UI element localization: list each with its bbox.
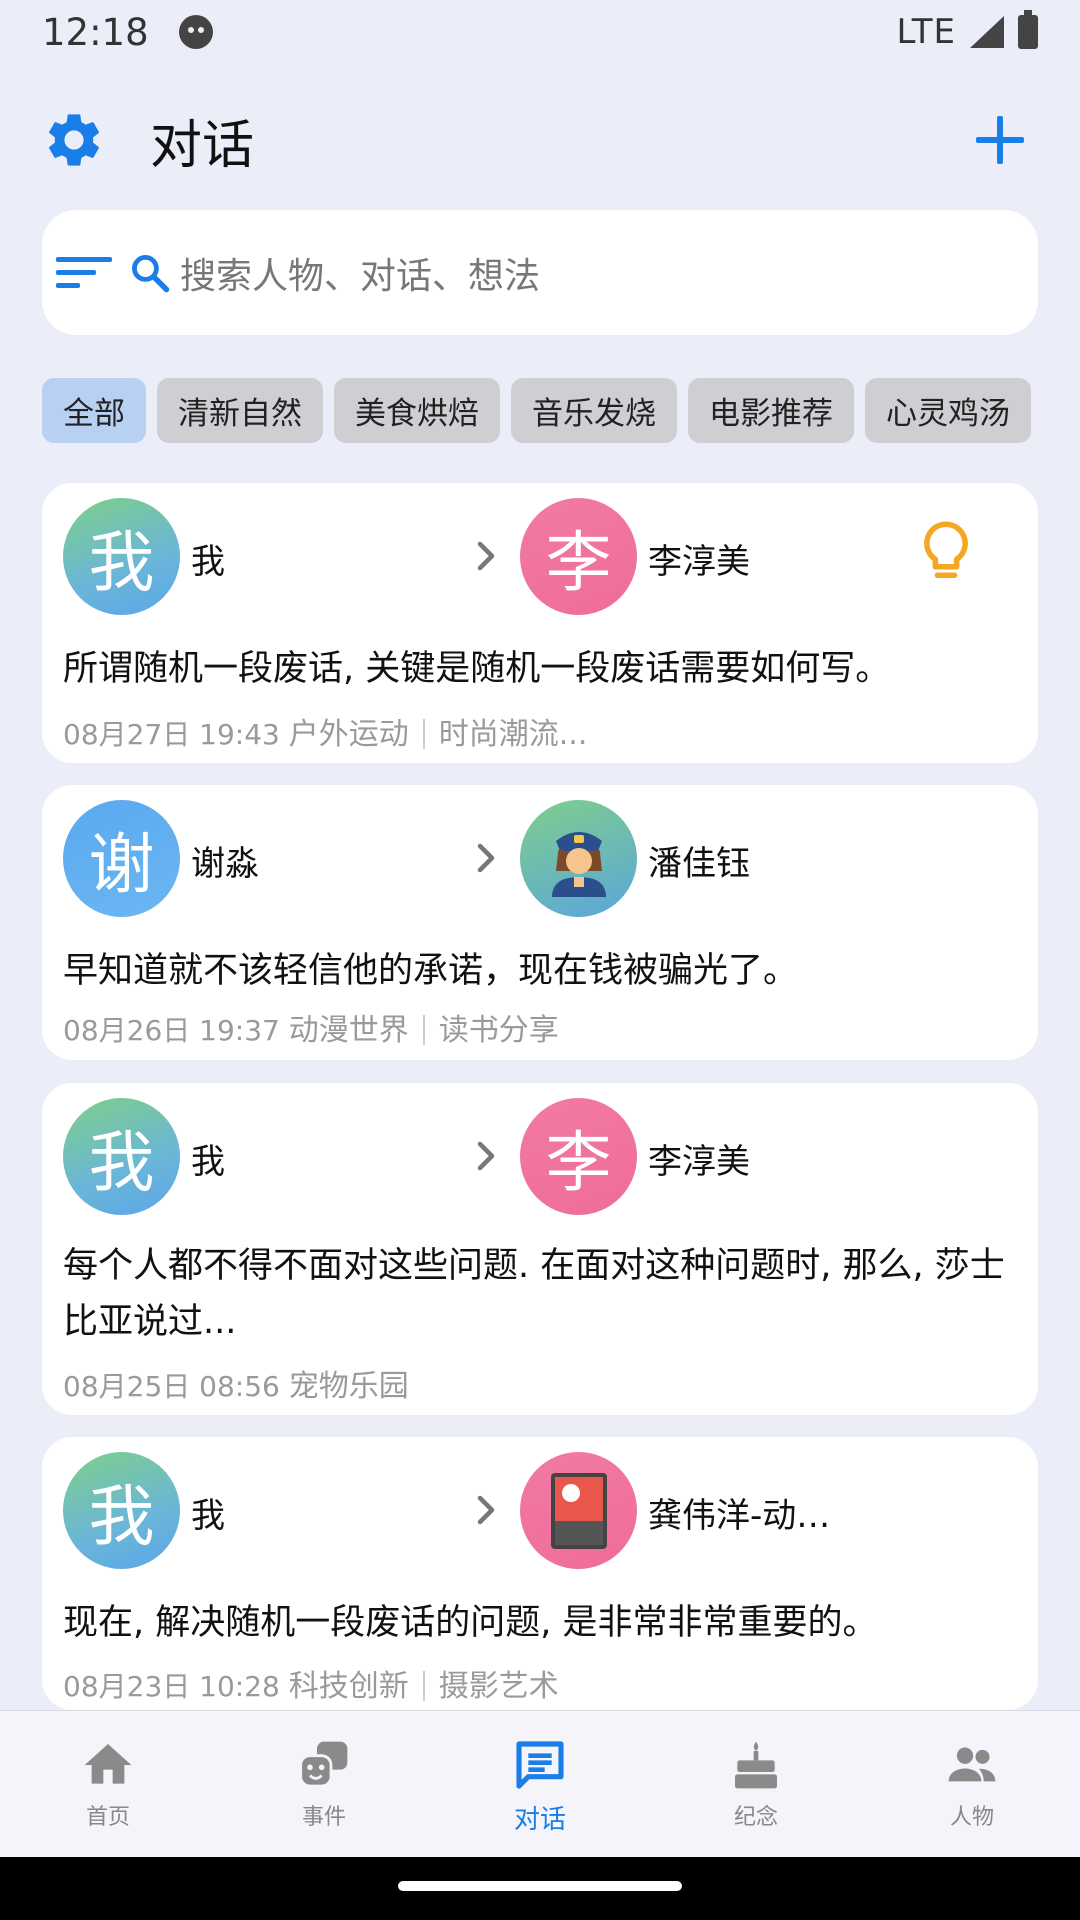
message-text: 早知道就不该轻信他的承诺，现在钱被骗光了。: [63, 951, 799, 991]
nav-label: 事件: [301, 1805, 346, 1830]
message-text: 每个人都不得不面对这些问题. 在面对这种问题时, 那么, 莎士比亚说过...: [63, 1246, 1005, 1342]
category-chips: 全部 清新自然 美食烘焙 音乐发烧 电影推荐 心灵鸡汤: [42, 378, 1038, 443]
nav-label: 首页: [85, 1805, 130, 1830]
conversation-card[interactable]: 我 我 龚伟洋-动… 现在, 解决随机一段废话的问题, 是非常非常重要的。 08…: [42, 1437, 1038, 1710]
search-icon: [132, 254, 170, 292]
chevron-right-icon: [477, 1495, 495, 1525]
participants-row: 我 我 龚伟洋-动…: [63, 1452, 1017, 1569]
home-gesture-handle[interactable]: [398, 1881, 682, 1891]
date-label: 08月25日 08:56: [63, 1370, 280, 1403]
police-officer-icon: [551, 831, 606, 897]
notification-icon: [178, 15, 213, 49]
meta-line: 08月23日 10:28 科技创新 摄影艺术: [63, 1661, 559, 1705]
divider: [422, 1015, 425, 1045]
status-bar: 12:18 LTE: [0, 0, 1080, 64]
avatar[interactable]: 我: [63, 1098, 180, 1215]
avatar[interactable]: 李: [520, 498, 637, 615]
receiver-name: 龚伟洋-动…: [648, 1496, 831, 1536]
chip-music[interactable]: 音乐发烧: [511, 378, 677, 443]
receiver-name: 李淳美: [648, 1142, 750, 1182]
meta-line: 08月27日 19:43 户外运动 时尚潮流...: [63, 709, 587, 753]
chip-nature[interactable]: 清新自然: [157, 378, 323, 443]
police-officer-avatar[interactable]: [520, 800, 637, 917]
avatar[interactable]: 李: [520, 1098, 637, 1215]
sender-name: 我: [191, 1496, 225, 1536]
tag-label: 动漫世界: [288, 1013, 409, 1048]
participants-row: 我 我 李 李淳美: [63, 498, 1017, 615]
chip-movie[interactable]: 电影推荐: [688, 378, 854, 443]
network-label: LTE: [896, 12, 956, 52]
message-text: 现在, 解决随机一段废话的问题, 是非常非常重要的。: [63, 1603, 878, 1643]
chip-food[interactable]: 美食烘焙: [334, 378, 500, 443]
masks-icon: [299, 1741, 348, 1788]
receiver-name: 潘佳钰: [648, 844, 750, 884]
cake-icon: [735, 1741, 777, 1789]
meta-line: 08月25日 08:56 宠物乐园: [63, 1361, 409, 1405]
tag-label: 读书分享: [438, 1013, 559, 1048]
meta-line: 08月26日 19:37 动漫世界 读书分享: [63, 1005, 559, 1049]
participants-row: 谢 谢淼 潘佳钰: [63, 800, 1017, 917]
photo-card-icon: [550, 1472, 607, 1549]
settings-gear-icon[interactable]: [42, 108, 106, 172]
avatar[interactable]: 我: [63, 1452, 180, 1569]
add-icon[interactable]: [972, 112, 1028, 168]
tag-label: 户外运动: [288, 717, 409, 752]
chevron-right-icon: [477, 1141, 495, 1171]
date-label: 08月26日 19:37: [63, 1014, 280, 1047]
avatar[interactable]: 谢: [63, 800, 180, 917]
chevron-right-icon: [477, 541, 495, 571]
tag-label: 时尚潮流...: [438, 717, 588, 752]
tag-label: 宠物乐园: [288, 1369, 409, 1404]
participants-row: 我 我 李 李淳美: [63, 1098, 1017, 1215]
chevron-right-icon: [477, 843, 495, 873]
nav-home[interactable]: 首页: [0, 1711, 216, 1857]
divider: [422, 1671, 425, 1701]
conversation-card[interactable]: 谢 谢淼 潘佳钰 早知道就不该轻信他的承诺，现在钱被骗光了。 08月26日 19…: [42, 785, 1038, 1060]
nav-label: 对话: [513, 1805, 566, 1835]
battery-icon: [1018, 10, 1038, 49]
date-label: 08月23日 10:28: [63, 1670, 280, 1703]
search-input[interactable]: 搜索人物、对话、想法: [180, 247, 540, 299]
divider: [422, 719, 425, 749]
sender-name: 谢淼: [191, 844, 259, 884]
nav-label: 人物: [949, 1805, 994, 1830]
message-text: 所谓随机一段废话, 关键是随机一段废话需要如何写。: [63, 649, 891, 689]
conversation-card[interactable]: 我 我 李 李淳美 所谓随机一段废话, 关键是随机一段废话需要如何写。 08月2…: [42, 483, 1038, 763]
lightbulb-icon[interactable]: [920, 520, 972, 588]
conversation-card[interactable]: 我 我 李 李淳美 每个人都不得不面对这些问题. 在面对这种问题时, 那么, 莎…: [42, 1083, 1038, 1415]
system-navigation-bar: [0, 1857, 1080, 1920]
chat-icon: [516, 1741, 564, 1789]
tag-label: 摄影艺术: [438, 1669, 559, 1704]
nav-people[interactable]: 人物: [864, 1711, 1080, 1857]
photo-card-avatar[interactable]: [520, 1452, 637, 1569]
people-icon: [948, 1747, 996, 1782]
nav-label: 纪念: [733, 1805, 778, 1830]
status-time: 12:18: [42, 10, 149, 54]
nav-anniversary[interactable]: 纪念: [648, 1711, 864, 1857]
home-icon: [84, 1744, 132, 1784]
date-label: 08月27日 19:43: [63, 718, 280, 751]
sender-name: 我: [191, 542, 225, 582]
nav-events[interactable]: 事件: [216, 1711, 432, 1857]
tag-label: 科技创新: [288, 1669, 409, 1704]
chip-soul[interactable]: 心灵鸡汤: [865, 378, 1031, 443]
sender-name: 我: [191, 1142, 225, 1182]
nav-conversations[interactable]: 对话: [432, 1711, 648, 1857]
app-header: 对话: [0, 95, 1080, 185]
status-right: LTE: [896, 10, 1038, 52]
signal-icon: [970, 16, 1004, 48]
avatar[interactable]: 我: [63, 498, 180, 615]
bottom-navigation: 首页 事件 对话 纪念 人物: [0, 1710, 1080, 1857]
receiver-name: 李淳美: [648, 542, 750, 582]
page-title: 对话: [150, 115, 255, 176]
filter-icon[interactable]: [56, 253, 114, 293]
search-bar[interactable]: 搜索人物、对话、想法: [42, 210, 1038, 335]
chip-all[interactable]: 全部: [42, 378, 146, 443]
